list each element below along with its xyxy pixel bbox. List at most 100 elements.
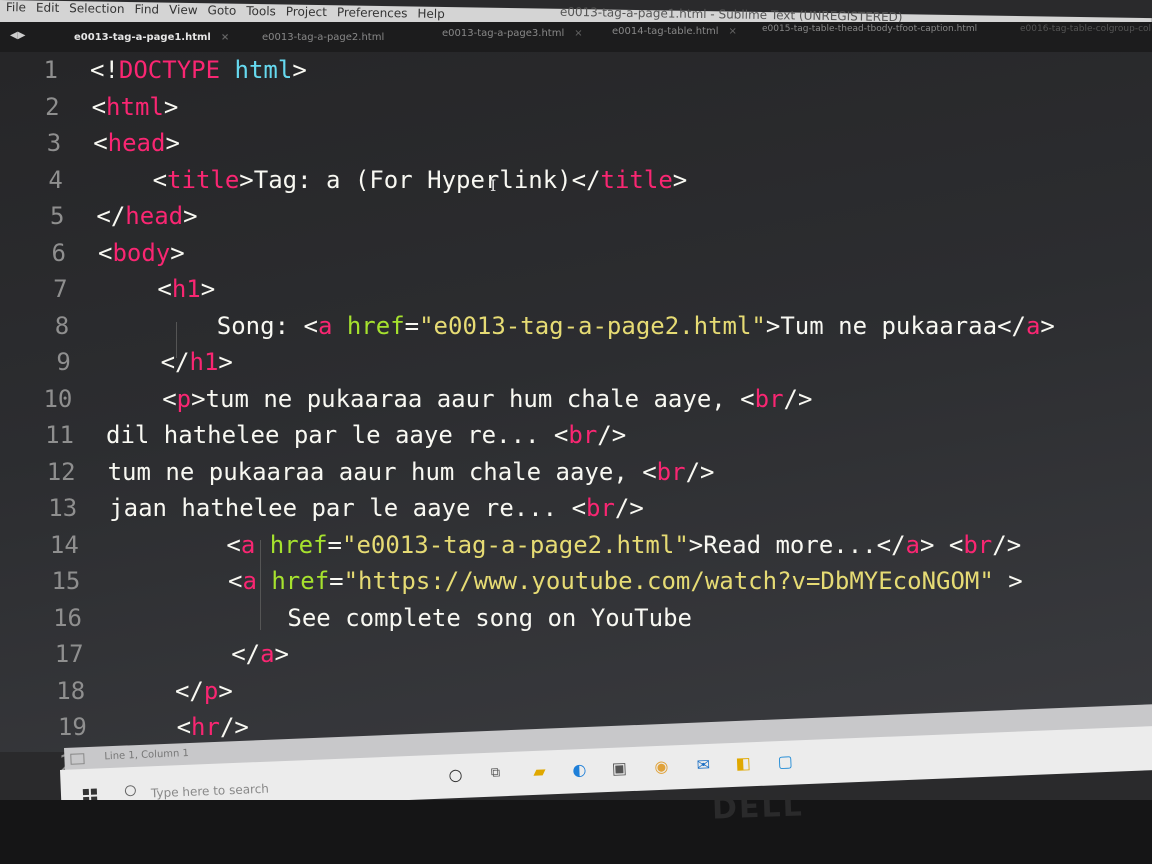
- code-token: See complete song on YouTube: [114, 603, 692, 632]
- menu-preferences[interactable]: Preferences: [337, 5, 408, 20]
- code-text: <body>: [98, 239, 185, 267]
- code-token: >: [292, 56, 307, 84]
- code-token: a: [905, 530, 920, 559]
- line-number: 11: [45, 421, 74, 449]
- code-text: tum ne pukaaraa aaur hum chale aaye, <br…: [108, 458, 715, 486]
- tab-e0016-table-colgroup[interactable]: e0016-tag-table-colgroup-col.html: [1020, 24, 1152, 34]
- tab-e0013-page3[interactable]: e0013-tag-a-page3.html ×: [442, 28, 583, 39]
- code-token: Song: <: [101, 311, 318, 340]
- code-token: a: [1025, 311, 1041, 340]
- code-token: jaan hathelee par le aaye re... <: [109, 494, 587, 522]
- menu-help[interactable]: Help: [417, 7, 445, 21]
- code-text: <!DOCTYPE html>: [90, 56, 307, 84]
- code-token: br: [586, 494, 615, 522]
- sublime-text-icon[interactable]: ◧: [734, 753, 753, 773]
- code-token: <: [94, 165, 168, 194]
- tab-bar: ◀▶ e0013-tag-a-page1.html × e0013-tag-a-p…: [0, 22, 1152, 52]
- menu-goto[interactable]: Goto: [207, 3, 236, 17]
- line-number: 5: [49, 202, 65, 230]
- code-token: >: [163, 92, 179, 121]
- tab-nav-arrows-icon[interactable]: ◀▶: [10, 30, 25, 41]
- tab-e0013-page2[interactable]: e0013-tag-a-page2.html: [262, 32, 384, 43]
- search-icon: [124, 784, 137, 797]
- tab-e0013-page1[interactable]: e0013-tag-a-page1.html ×: [74, 32, 229, 43]
- code-token: <: [98, 238, 113, 267]
- file-explorer-icon[interactable]: ▰: [530, 762, 549, 781]
- indent-guide: [260, 540, 261, 630]
- code-text: jaan hathelee par le aaye re... <br/>: [109, 494, 644, 522]
- close-icon[interactable]: ×: [221, 32, 229, 43]
- code-token: </: [117, 676, 204, 705]
- menu-tools[interactable]: Tools: [246, 4, 276, 18]
- code-token: >: [200, 275, 216, 303]
- code-token: >Read more...</: [688, 530, 906, 559]
- code-token: </: [96, 202, 126, 230]
- cortana-icon[interactable]: ○: [446, 765, 465, 785]
- line-number: 6: [51, 238, 66, 267]
- code-token: <: [99, 275, 172, 303]
- code-token: <!: [90, 56, 119, 84]
- code-token: <: [93, 129, 108, 157]
- app-icon[interactable]: ▢: [776, 752, 795, 772]
- code-token: "e0013-tag-a-page2.html": [419, 311, 766, 340]
- code-token: a: [317, 311, 333, 340]
- code-token: >: [218, 676, 233, 705]
- line-number: 16: [53, 603, 82, 632]
- code-token: br: [754, 384, 784, 413]
- tab-label: e0015-tag-table-thead-tbody-tfoot-captio…: [762, 24, 978, 34]
- line-number: 12: [46, 457, 76, 486]
- code-token: br: [656, 457, 686, 486]
- line-number: 17: [54, 640, 84, 668]
- mail-icon[interactable]: ✉: [694, 755, 713, 775]
- edge-browser-icon[interactable]: ◐: [570, 760, 589, 780]
- code-token: >: [274, 640, 289, 668]
- task-view-icon[interactable]: ⧉: [486, 764, 505, 783]
- code-token: a: [240, 530, 256, 559]
- code-token: title: [167, 165, 240, 194]
- laptop-bezel: [0, 800, 1152, 864]
- code-token: </: [115, 640, 261, 668]
- line-number: 2: [45, 92, 60, 121]
- menu-view[interactable]: View: [169, 3, 198, 17]
- close-icon[interactable]: ×: [574, 28, 582, 39]
- menu-selection[interactable]: Selection: [69, 1, 125, 16]
- menu-file[interactable]: File: [6, 0, 26, 14]
- code-token: />: [219, 713, 249, 741]
- code-token: p: [176, 384, 192, 413]
- code-editor[interactable]: 1 <!DOCTYPE html> 2 <html> 3 <head> 4 <title>T…: [0, 52, 1152, 778]
- code-token: href: [346, 311, 405, 340]
- code-token: >: [170, 238, 185, 267]
- panel-toggle-icon[interactable]: [70, 753, 85, 765]
- close-icon[interactable]: ×: [729, 26, 737, 37]
- code-token: body: [112, 238, 171, 267]
- code-token: >: [1040, 311, 1055, 340]
- chrome-icon[interactable]: ◉: [652, 757, 671, 777]
- code-token: <: [104, 384, 177, 413]
- menu-find[interactable]: Find: [134, 2, 159, 16]
- code-token: >Tag: a (For Hyperlink)</: [239, 165, 601, 194]
- code-text: <h1>: [99, 275, 216, 303]
- code-token: DOCTYPE: [118, 56, 221, 84]
- menu-project[interactable]: Project: [286, 4, 327, 19]
- code-token: =: [404, 311, 420, 340]
- code-token: />: [614, 494, 644, 522]
- menu-edit[interactable]: Edit: [36, 1, 59, 15]
- code-token: head: [125, 202, 184, 230]
- line-number: 9: [56, 348, 71, 376]
- store-icon[interactable]: ▣: [610, 758, 629, 778]
- code-token: p: [203, 676, 219, 705]
- code-token: title: [600, 165, 673, 194]
- code-token: a: [242, 567, 257, 595]
- tab-e0015-table-thead[interactable]: e0015-tag-table-thead-tbody-tfoot-captio…: [762, 24, 977, 34]
- line-number: 18: [56, 676, 86, 705]
- code-token: >: [165, 129, 180, 157]
- tab-e0014-table[interactable]: e0014-tag-table.html ×: [612, 26, 737, 37]
- code-token: =: [327, 530, 342, 559]
- code-token: html: [234, 56, 293, 84]
- code-token: dil hathelee par le aaye re... <: [106, 421, 569, 449]
- code-token: />: [685, 457, 715, 486]
- code-token: href: [269, 530, 328, 559]
- line-number: 8: [54, 311, 70, 340]
